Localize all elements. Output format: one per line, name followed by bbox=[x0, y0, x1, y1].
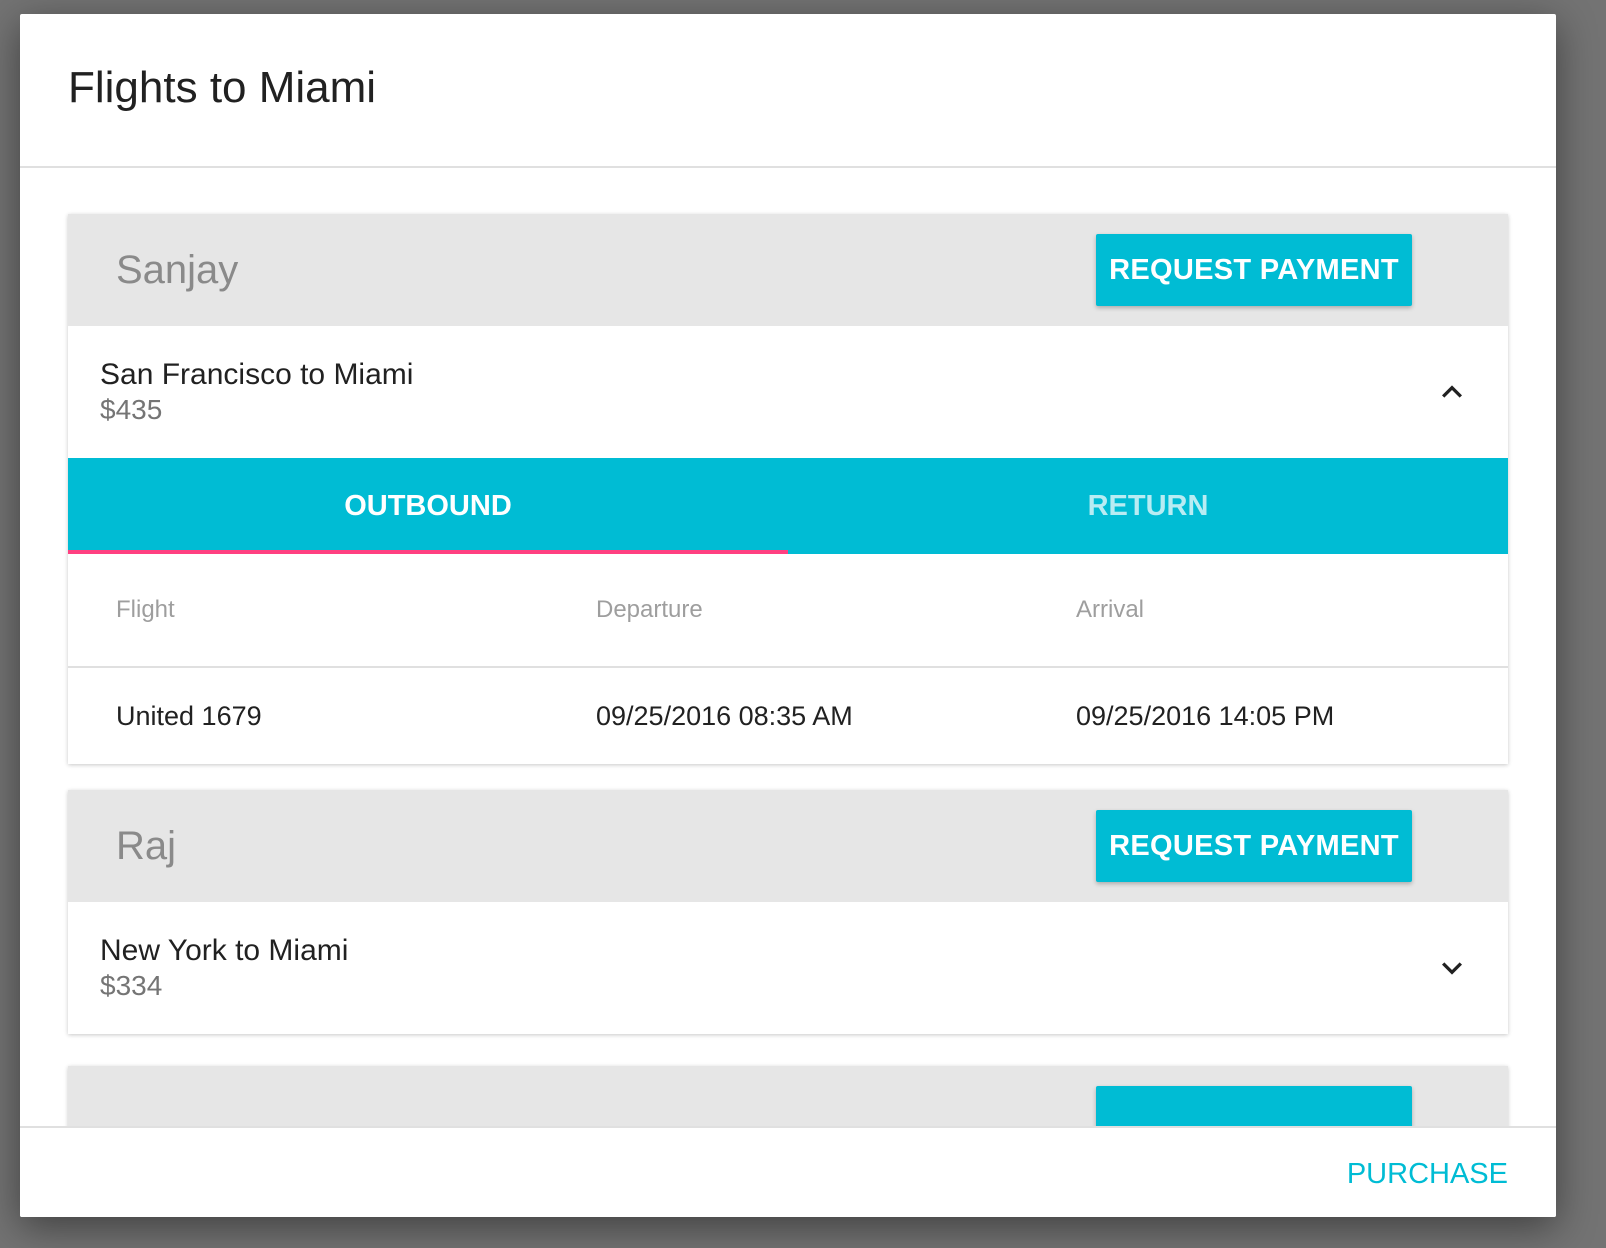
column-header-flight: Flight bbox=[68, 554, 548, 668]
route-title: New York to Miami bbox=[100, 934, 349, 967]
flight-number: United 1679 bbox=[116, 700, 262, 731]
passenger-name: Raj bbox=[116, 824, 177, 868]
request-payment-button[interactable]: REQUEST PAYMENT bbox=[1096, 234, 1412, 306]
route-price: $334 bbox=[100, 970, 163, 1001]
passenger-card-raj: Raj REQUEST PAYMENT New York to Miami $3… bbox=[68, 790, 1508, 1034]
flight-tabs: OUTBOUND RETURN bbox=[68, 458, 1508, 554]
route-price: $435 bbox=[100, 394, 163, 425]
passenger-header bbox=[68, 1066, 1508, 1126]
request-payment-button[interactable] bbox=[1096, 1086, 1412, 1126]
request-payment-button[interactable]: REQUEST PAYMENT bbox=[1096, 810, 1412, 882]
chevron-down-icon[interactable] bbox=[1432, 948, 1472, 988]
passenger-card-partial bbox=[68, 1066, 1508, 1126]
passenger-card-sanjay: Sanjay REQUEST PAYMENT San Francisco to … bbox=[68, 214, 1508, 764]
column-header-departure: Departure bbox=[548, 554, 1028, 668]
passenger-header: Sanjay REQUEST PAYMENT bbox=[68, 214, 1508, 326]
dialog-body[interactable]: Sanjay REQUEST PAYMENT San Francisco to … bbox=[20, 168, 1556, 1126]
route-title: San Francisco to Miami bbox=[100, 358, 414, 391]
tab-indicator bbox=[68, 550, 788, 554]
passenger-header: Raj REQUEST PAYMENT bbox=[68, 790, 1508, 902]
route-summary[interactable]: San Francisco to Miami $435 bbox=[68, 326, 1508, 458]
flights-dialog: Flights to Miami Sanjay REQUEST PAYMENT … bbox=[20, 14, 1556, 1217]
table-row: United 1679 09/25/2016 08:35 AM 09/25/20… bbox=[68, 667, 1508, 764]
tab-return[interactable]: RETURN bbox=[788, 458, 1508, 554]
chevron-up-icon[interactable] bbox=[1432, 372, 1472, 412]
purchase-button[interactable]: PURCHASE bbox=[1347, 1150, 1508, 1199]
dialog-title: Flights to Miami bbox=[68, 63, 377, 112]
arrival-time: 09/25/2016 14:05 PM bbox=[1076, 700, 1335, 731]
departure-time: 09/25/2016 08:35 AM bbox=[596, 700, 853, 731]
dialog-actions: PURCHASE bbox=[20, 1126, 1556, 1217]
route-summary[interactable]: New York to Miami $334 bbox=[68, 902, 1508, 1034]
table-header-row: Flight Departure Arrival bbox=[68, 554, 1508, 668]
flight-table: Flight Departure Arrival United 1679 09/… bbox=[68, 554, 1508, 764]
tab-outbound[interactable]: OUTBOUND bbox=[68, 458, 788, 554]
passenger-name: Sanjay bbox=[116, 248, 239, 292]
column-header-arrival: Arrival bbox=[1028, 554, 1508, 668]
